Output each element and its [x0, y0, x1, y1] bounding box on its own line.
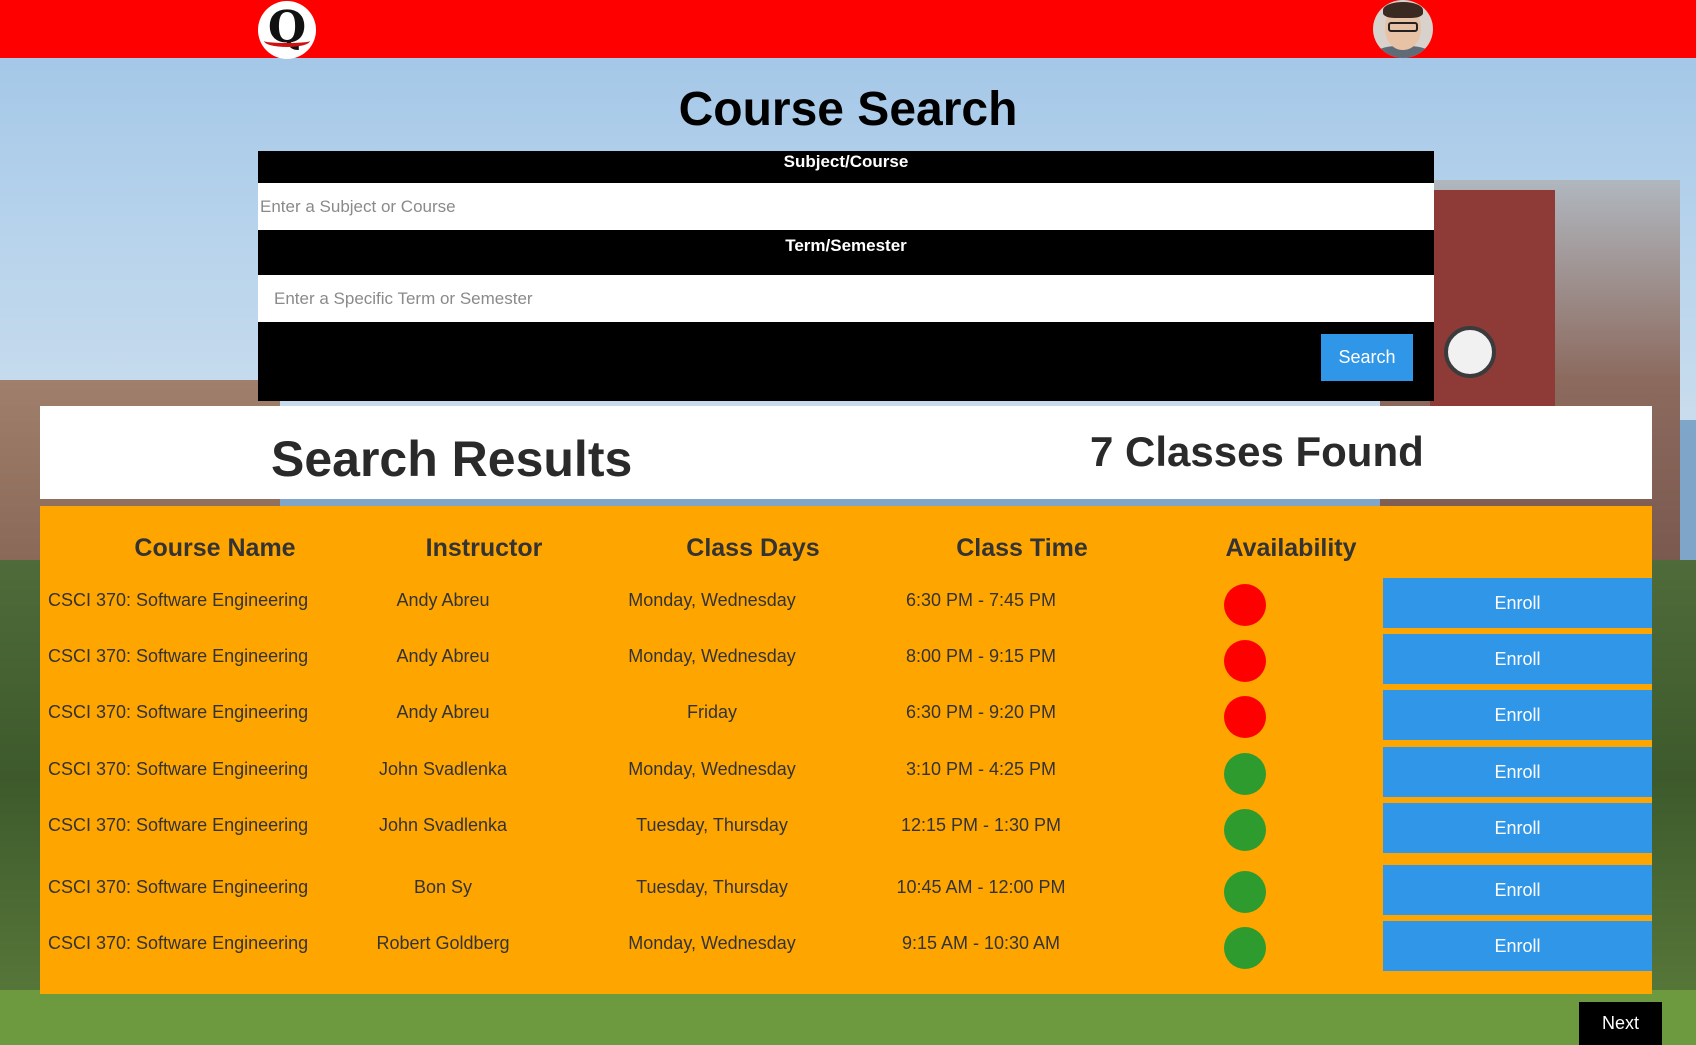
table-row: CSCI 370: Software Engineering Andy Abre…	[40, 578, 1652, 640]
user-avatar[interactable]	[1373, 0, 1433, 58]
class-days-cell: Monday, Wednesday	[628, 646, 796, 666]
enroll-button[interactable]: Enroll	[1383, 921, 1652, 971]
column-header-time: Class Time	[956, 534, 1088, 562]
instructor-cell: Robert Goldberg	[376, 933, 510, 953]
column-header-days: Class Days	[686, 534, 820, 562]
class-time-cell: 8:00 PM - 9:15 PM	[905, 646, 1057, 666]
class-days-cell: Friday	[686, 702, 737, 722]
course-name-cell: CSCI 370: Software Engineering	[48, 759, 309, 779]
enroll-button[interactable]: Enroll	[1383, 865, 1652, 915]
table-row: CSCI 370: Software Engineering Andy Abre…	[40, 690, 1652, 752]
results-title: Search Results	[271, 431, 633, 487]
table-row: CSCI 370: Software Engineering Robert Go…	[40, 921, 1652, 983]
class-time-cell: 12:15 PM - 1:30 PM	[900, 815, 1062, 835]
instructor-cell: John Svadlenka	[378, 759, 508, 779]
course-name-cell: CSCI 370: Software Engineering	[48, 933, 309, 953]
course-name-cell: CSCI 370: Software Engineering	[48, 877, 309, 897]
enroll-button[interactable]: Enroll	[1383, 803, 1652, 853]
availability-indicator	[1224, 871, 1266, 913]
subject-label: Subject/Course	[783, 152, 909, 171]
column-header-course: Course Name	[134, 534, 296, 562]
table-row: CSCI 370: Software Engineering Bon Sy Tu…	[40, 865, 1652, 927]
availability-indicator	[1224, 584, 1266, 626]
column-header-availability: Availability	[1225, 534, 1357, 562]
course-name-cell: CSCI 370: Software Engineering	[48, 590, 309, 610]
column-header-instructor: Instructor	[425, 534, 543, 562]
page-title: Course Search	[678, 83, 1018, 136]
subject-input[interactable]	[258, 183, 1434, 230]
enroll-button[interactable]: Enroll	[1383, 690, 1652, 740]
table-row: CSCI 370: Software Engineering John Svad…	[40, 747, 1652, 809]
class-time-cell: 6:30 PM - 9:20 PM	[905, 702, 1057, 722]
availability-indicator	[1224, 927, 1266, 969]
class-time-cell: 10:45 AM - 12:00 PM	[896, 877, 1066, 897]
enroll-button[interactable]: Enroll	[1383, 747, 1652, 797]
course-name-cell: CSCI 370: Software Engineering	[48, 815, 309, 835]
instructor-cell: John Svadlenka	[378, 815, 508, 835]
next-button[interactable]: Next	[1579, 1002, 1662, 1045]
enroll-button[interactable]: Enroll	[1383, 578, 1652, 628]
availability-indicator	[1224, 640, 1266, 682]
q-logo-icon[interactable]: Q	[258, 1, 316, 59]
class-days-cell: Tuesday, Thursday	[636, 815, 788, 835]
class-days-cell: Monday, Wednesday	[628, 933, 796, 953]
class-days-cell: Monday, Wednesday	[628, 759, 796, 779]
header-bar: Q	[0, 0, 1696, 59]
course-name-cell: CSCI 370: Software Engineering	[48, 702, 309, 722]
availability-indicator	[1224, 809, 1266, 851]
results-count: 7 Classes Found	[1090, 428, 1424, 475]
course-name-cell: CSCI 370: Software Engineering	[48, 646, 309, 666]
class-days-cell: Monday, Wednesday	[628, 590, 796, 610]
table-row: CSCI 370: Software Engineering Andy Abre…	[40, 634, 1652, 696]
search-button[interactable]: Search	[1321, 334, 1413, 381]
class-time-cell: 6:30 PM - 7:45 PM	[905, 590, 1057, 610]
table-row: CSCI 370: Software Engineering John Svad…	[40, 803, 1652, 865]
search-panel: Subject/Course Term/Semester Search	[258, 151, 1434, 401]
availability-indicator	[1224, 753, 1266, 795]
instructor-cell: Bon Sy	[413, 877, 473, 897]
class-days-cell: Tuesday, Thursday	[636, 877, 788, 897]
results-header: Search Results 7 Classes Found	[40, 406, 1652, 499]
enroll-button[interactable]: Enroll	[1383, 634, 1652, 684]
results-table: Course Name Instructor Class Days Class …	[40, 506, 1652, 994]
instructor-cell: Andy Abreu	[396, 590, 490, 610]
class-time-cell: 9:15 AM - 10:30 AM	[901, 933, 1061, 953]
class-time-cell: 3:10 PM - 4:25 PM	[905, 759, 1057, 779]
availability-indicator	[1224, 696, 1266, 738]
instructor-cell: Andy Abreu	[396, 702, 490, 722]
instructor-cell: Andy Abreu	[396, 646, 490, 666]
term-label: Term/Semester	[785, 236, 907, 255]
term-input[interactable]	[258, 275, 1434, 322]
